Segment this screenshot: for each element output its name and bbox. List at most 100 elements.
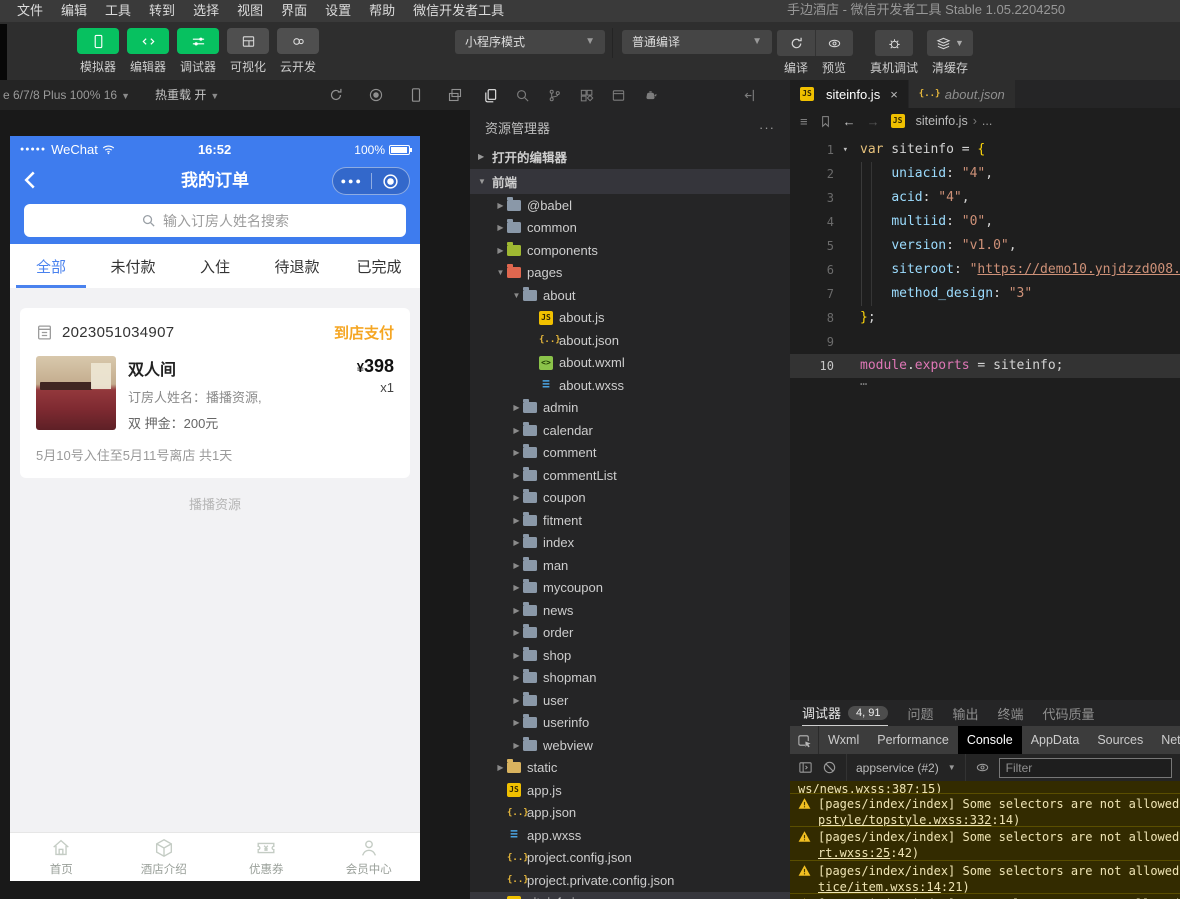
teapot-icon[interactable] xyxy=(643,88,658,103)
tree-item-admin[interactable]: ▶admin xyxy=(470,397,790,420)
menu-item-工具[interactable]: 工具 xyxy=(96,0,140,22)
search-icon[interactable] xyxy=(515,88,530,103)
devtools-tab-Sources[interactable]: Sources xyxy=(1088,726,1152,754)
tree-item-project.config.json[interactable]: {..}project.config.json xyxy=(470,847,790,870)
menu-item-微信开发者工具[interactable]: 微信开发者工具 xyxy=(404,0,513,22)
code-line-1[interactable]: 1▾var siteinfo = { xyxy=(790,138,1180,162)
compile-select[interactable]: 普通编译 ▼ xyxy=(622,30,772,54)
phone-frame-icon[interactable] xyxy=(408,87,424,103)
tree-item-coupon[interactable]: ▶coupon xyxy=(470,487,790,510)
menu-item-文件[interactable]: 文件 xyxy=(8,0,52,22)
tree-item-about.js[interactable]: JSabout.js xyxy=(470,307,790,330)
toolbar-button-可视化[interactable]: 可视化 xyxy=(226,28,270,75)
back-icon[interactable] xyxy=(20,169,42,191)
collapse-panel-icon[interactable] xyxy=(743,88,758,103)
debugger-tab-调试器[interactable]: 调试器4, 91 xyxy=(802,700,888,726)
explorer-section-打开的编辑器[interactable]: ▶打开的编辑器 xyxy=(470,144,790,169)
code-line-2[interactable]: 2 uniacid: "4", xyxy=(790,162,1180,186)
tree-item-about.wxml[interactable]: <>about.wxml xyxy=(470,352,790,375)
tree-item-mycoupon[interactable]: ▶mycoupon xyxy=(470,577,790,600)
nav-back-icon[interactable]: ← xyxy=(843,114,856,129)
code-area[interactable]: 1▾var siteinfo = {2 uniacid: "4",3 acid:… xyxy=(790,138,1180,700)
debugger-tab-终端[interactable]: 终端 xyxy=(998,704,1024,723)
context-select[interactable]: appservice (#2) xyxy=(856,761,939,775)
rotate-icon[interactable] xyxy=(328,87,344,103)
tree-item-shop[interactable]: ▶shop xyxy=(470,644,790,667)
console-source-link[interactable]: ws/news.wxss:387 xyxy=(798,782,914,793)
tree-item-news[interactable]: ▶news xyxy=(470,599,790,622)
tree-item-comment[interactable]: ▶comment xyxy=(470,442,790,465)
more-actions-icon[interactable]: ··· xyxy=(759,120,775,135)
fold-icon[interactable]: ▾ xyxy=(843,138,848,162)
tabbar-item-酒店介绍[interactable]: 酒店介绍 xyxy=(113,833,216,881)
devtools-tab-AppData[interactable]: AppData xyxy=(1022,726,1089,754)
breadcrumb-file[interactable]: JS siteinfo.js › ... xyxy=(891,114,993,128)
tree-item-about.wxss[interactable]: ≡about.wxss xyxy=(470,374,790,397)
extensions-icon[interactable] xyxy=(579,88,594,103)
mode-select[interactable]: 小程序模式 ▼ xyxy=(455,30,605,54)
console-source-link[interactable]: tice/item.wxss:14 xyxy=(818,880,941,893)
tree-item-man[interactable]: ▶man xyxy=(470,554,790,577)
detach-window-icon[interactable] xyxy=(447,87,463,103)
more-menu-button[interactable]: ●●● xyxy=(333,176,371,186)
tree-item-index[interactable]: ▶index xyxy=(470,532,790,555)
tree-item-project.private.config.json[interactable]: {..}project.private.config.json xyxy=(470,869,790,892)
devtools-tab-Wxml[interactable]: Wxml xyxy=(819,726,868,754)
action-真机调试[interactable]: 真机调试 xyxy=(870,30,918,76)
code-line-10[interactable]: 10module.exports = siteinfo;… xyxy=(790,354,1180,378)
tabbar-item-会员中心[interactable]: 会员中心 xyxy=(318,833,421,881)
devtools-tab-Network[interactable]: Network xyxy=(1152,726,1180,754)
devtools-tab-Performance[interactable]: Performance xyxy=(868,726,958,754)
toolbar-button-云开发[interactable]: 云开发 xyxy=(276,28,320,75)
source-control-icon[interactable] xyxy=(547,88,562,103)
order-tab-待退款[interactable]: 待退款 xyxy=(256,244,338,288)
action-清缓存[interactable]: ▼清缓存 xyxy=(927,30,973,76)
debugger-tab-输出[interactable]: 输出 xyxy=(953,704,979,723)
debugger-tab-代码质量[interactable]: 代码质量 xyxy=(1043,704,1095,723)
tree-item-components[interactable]: ▶components xyxy=(470,239,790,262)
code-line-9[interactable]: 9 xyxy=(790,330,1180,354)
console-filter-input[interactable] xyxy=(999,758,1172,778)
tree-item-app.js[interactable]: JSapp.js xyxy=(470,779,790,802)
files-icon[interactable] xyxy=(483,88,498,103)
close-icon[interactable]: × xyxy=(890,87,898,102)
code-line-4[interactable]: 4 multiid: "0", xyxy=(790,210,1180,234)
sidebar-toggle-icon[interactable] xyxy=(798,760,813,775)
order-card[interactable]: 2023051034907 到店支付 双人间 订房人姓名：播播资源, 双 押金：… xyxy=(20,308,410,478)
tree-item-user[interactable]: ▶user xyxy=(470,689,790,712)
tree-item-app.wxss[interactable]: ≡app.wxss xyxy=(470,824,790,847)
tree-item-fitment[interactable]: ▶fitment xyxy=(470,509,790,532)
code-line-5[interactable]: 5 version: "v1.0", xyxy=(790,234,1180,258)
order-tab-已完成[interactable]: 已完成 xyxy=(338,244,420,288)
menu-item-选择[interactable]: 选择 xyxy=(184,0,228,22)
outline-menu-icon[interactable]: ≡ xyxy=(800,114,808,129)
order-tab-入住[interactable]: 入住 xyxy=(174,244,256,288)
order-tab-未付款[interactable]: 未付款 xyxy=(92,244,174,288)
tree-item-userinfo[interactable]: ▶userinfo xyxy=(470,712,790,735)
window-icon[interactable] xyxy=(611,88,626,103)
menu-item-视图[interactable]: 视图 xyxy=(228,0,272,22)
toolbar-button-模拟器[interactable]: 模拟器 xyxy=(76,28,120,75)
nav-forward-icon[interactable]: → xyxy=(867,114,880,129)
console-source-link[interactable]: rt.wxss:25 xyxy=(818,846,890,859)
close-target-button[interactable] xyxy=(372,173,410,190)
tree-item-order[interactable]: ▶order xyxy=(470,622,790,645)
tree-item-static[interactable]: ▶static xyxy=(470,757,790,780)
tree-item-app.json[interactable]: {..}app.json xyxy=(470,802,790,825)
tree-item-about[interactable]: ▼about xyxy=(470,284,790,307)
eye-icon[interactable] xyxy=(975,760,990,775)
devtools-tab-Console[interactable]: Console xyxy=(958,726,1022,754)
tabbar-item-优惠券[interactable]: 优惠券 xyxy=(215,833,318,881)
menu-item-设置[interactable]: 设置 xyxy=(316,0,360,22)
tree-item-commentList[interactable]: ▶commentList xyxy=(470,464,790,487)
tree-item-shopman[interactable]: ▶shopman xyxy=(470,667,790,690)
hot-reload-toggle[interactable]: 热重载 开▼ xyxy=(155,80,219,111)
tree-item-pages[interactable]: ▼pages xyxy=(470,262,790,285)
tree-item-common[interactable]: ▶common xyxy=(470,217,790,240)
code-line-6[interactable]: 6 siteroot: "https://demo10.ynjdzzd008.c… xyxy=(790,258,1180,282)
clear-console-icon[interactable] xyxy=(822,760,837,775)
device-select[interactable]: e 6/7/8 Plus 100% 16▼ xyxy=(3,80,130,111)
menu-item-帮助[interactable]: 帮助 xyxy=(360,0,404,22)
console-source-link[interactable]: pstyle/topstyle.wxss:332 xyxy=(818,813,991,826)
action-编译[interactable]: 编译 xyxy=(777,30,815,76)
